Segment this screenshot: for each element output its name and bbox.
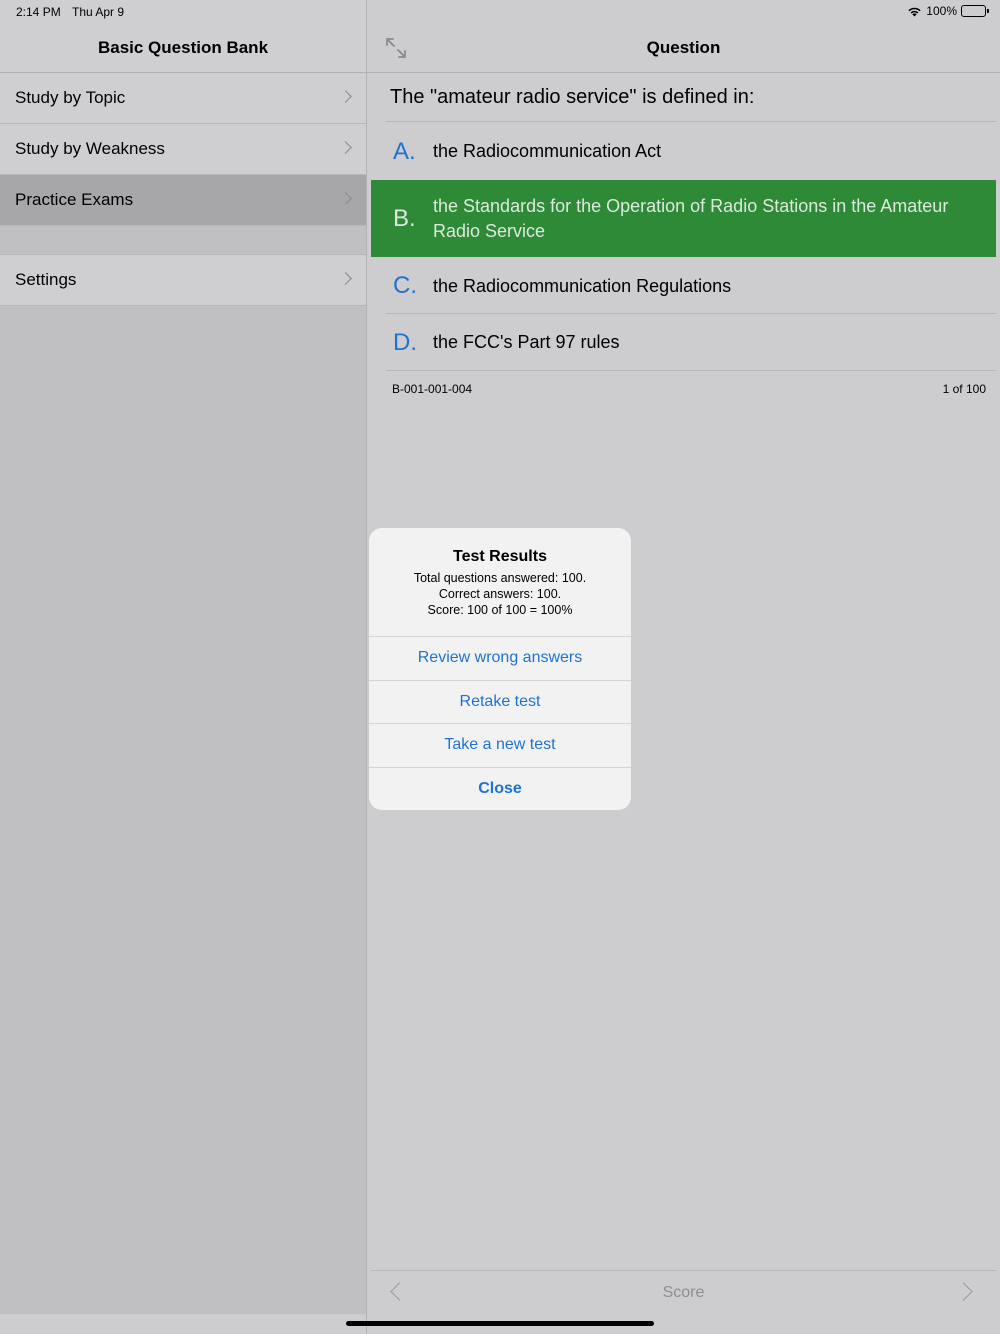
answer-letter: D. <box>393 328 417 356</box>
chevron-right-icon <box>339 90 352 103</box>
status-time: 2:14 PM <box>16 5 61 19</box>
alert-actions: Review wrong answers Retake test Take a … <box>369 636 631 810</box>
status-bar: 2:14 PM Thu Apr 9 100% <box>0 0 1000 24</box>
status-indicators: 100% <box>907 4 989 18</box>
battery-icon <box>961 5 989 17</box>
separator <box>386 370 996 371</box>
sidebar-item-settings[interactable]: Settings <box>0 255 366 306</box>
question-id: B-001-001-004 <box>392 382 473 396</box>
sidebar-item-label: Settings <box>15 270 77 289</box>
wifi-icon <box>908 7 921 16</box>
answer-text: the Radiocommunication Act <box>433 141 662 161</box>
sidebar-item-study-by-weakness[interactable]: Study by Weakness <box>0 124 366 175</box>
chevron-right-icon <box>339 192 352 205</box>
alert-line-score: Score: 100 of 100 = 100% <box>427 603 573 617</box>
alert-line-correct: Correct answers: 100. <box>438 587 562 601</box>
section-spacer <box>0 226 366 255</box>
detail-title: Question <box>646 38 721 57</box>
answer-text: the Standards for the Operation of Radio… <box>433 195 949 241</box>
sidebar-item-label: Study by Weakness <box>15 139 165 158</box>
sidebar-title: Basic Question Bank <box>97 38 269 57</box>
separator <box>386 313 996 314</box>
alert-line-total: Total questions answered: 100. <box>413 571 587 585</box>
answer-letter: A. <box>393 137 416 165</box>
question-text: The "amateur radio service" is defined i… <box>390 86 755 108</box>
answer-a[interactable]: A. the Radiocommunication Act <box>371 124 996 179</box>
sidebar-item-label: Study by Topic <box>15 88 126 107</box>
chevron-right-icon <box>339 272 352 285</box>
sidebar-item-label: Practice Exams <box>15 190 134 209</box>
chevron-right-icon <box>339 141 352 154</box>
score-button[interactable]: Score <box>371 1284 996 1302</box>
question-position: 1 of 100 <box>942 382 986 396</box>
separator <box>386 121 996 122</box>
test-results-alert: Test Results Total questions answered: 1… <box>369 528 631 810</box>
answer-letter: B. <box>393 204 416 232</box>
home-indicator[interactable] <box>346 1321 654 1326</box>
bottom-toolbar: Score <box>371 1270 996 1314</box>
review-wrong-answers-button[interactable]: Review wrong answers <box>369 636 631 680</box>
answer-b[interactable]: B. the Standards for the Operation of Ra… <box>371 180 996 257</box>
sidebar-item-practice-exams[interactable]: Practice Exams <box>0 175 366 226</box>
sidebar-menu: Study by Topic Study by Weakness Practic… <box>0 73 366 306</box>
answer-text: the Radiocommunication Regulations <box>433 275 732 296</box>
sidebar-item-study-by-topic[interactable]: Study by Topic <box>0 73 366 124</box>
take-new-test-button[interactable]: Take a new test <box>369 723 631 767</box>
battery-percent: 100% <box>926 4 957 18</box>
sidebar: Basic Question Bank Study by Topic Study… <box>0 0 366 1314</box>
answer-letter: C. <box>393 272 417 299</box>
answer-c[interactable]: C. the Radiocommunication Regulations <box>371 258 996 314</box>
retake-test-button[interactable]: Retake test <box>369 679 631 724</box>
answer-d[interactable]: D. the FCC's Part 97 rules <box>371 315 996 370</box>
answer-text: the FCC's Part 97 rules <box>433 332 620 352</box>
alert-title: Test Results <box>453 548 547 565</box>
close-button[interactable]: Close <box>369 766 631 811</box>
status-date: Thu Apr 9 <box>72 5 125 19</box>
alert-message: Total questions answered: 100. Correct a… <box>369 570 631 618</box>
